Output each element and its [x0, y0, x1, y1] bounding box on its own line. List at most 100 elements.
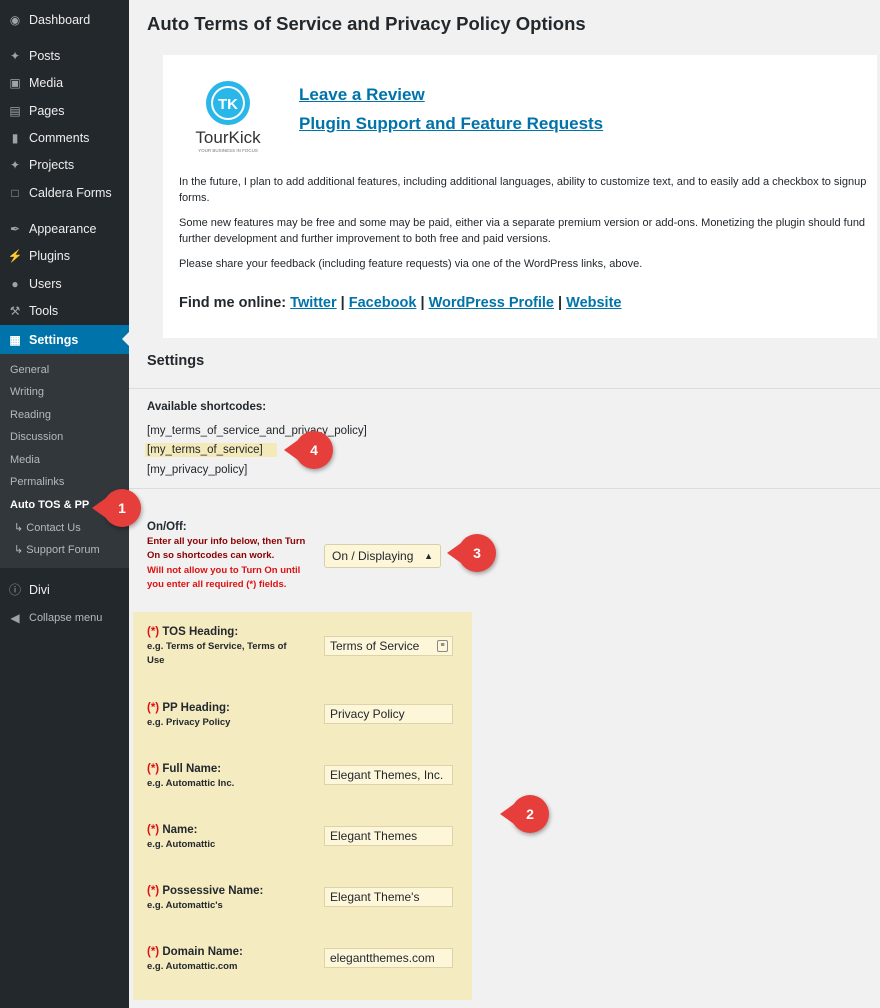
sidebar-item-users[interactable]: ● Users: [0, 270, 129, 297]
submenu-auto-tos-pp[interactable]: Auto TOS & PP: [10, 499, 89, 511]
sidebar-item-divi[interactable]: ⓘ Divi: [0, 576, 129, 603]
field-example: e.g. Automattic Inc.: [147, 778, 235, 789]
submenu-media[interactable]: Media: [10, 454, 40, 466]
onoff-label: On/Off:: [147, 521, 187, 533]
sidebar-item-label: Comments: [29, 130, 90, 145]
field-label: (*) TOS Heading:: [147, 626, 239, 638]
submenu-general[interactable]: General: [10, 364, 49, 376]
shortcodes-label: Available shortcodes:: [147, 401, 267, 413]
callout-badge: 1: [92, 489, 141, 527]
plug-icon: ⚡: [7, 248, 23, 263]
submenu-reading[interactable]: Reading: [10, 409, 51, 421]
promo-box: TK TourKick YOUR BUSINESS IN FOCUS Leave…: [163, 55, 877, 338]
shortcode-tos: [my_terms_of_service]: [145, 443, 277, 457]
svg-text:YOUR BUSINESS IN FOCUS: YOUR BUSINESS IN FOCUS: [198, 148, 258, 153]
sidebar-item-posts[interactable]: ✦ Posts: [0, 42, 129, 69]
page-title: Auto Terms of Service and Privacy Policy…: [147, 13, 586, 34]
promo-paragraph: Please share your feedback (including fe…: [179, 258, 643, 270]
sidebar-item-pages[interactable]: ▤ Pages: [0, 97, 129, 124]
submenu-child-label: Contact Us: [26, 522, 81, 534]
website-link[interactable]: Website: [566, 295, 621, 311]
sidebar-item-label: Appearance: [29, 221, 97, 236]
sidebar-item-label: Divi: [29, 582, 50, 597]
collapse-menu[interactable]: ◀ Collapse menu: [0, 604, 129, 631]
divider: [129, 488, 880, 489]
submenu-permalinks[interactable]: Permalinks: [10, 476, 64, 488]
shortcode-pp: [my_privacy_policy]: [147, 464, 248, 476]
media-icon: ▣: [9, 75, 21, 90]
leave-review-link[interactable]: Leave a Review: [299, 85, 425, 105]
sidebar-item-dashboard[interactable]: ◉ Dashboard: [0, 6, 129, 33]
settings-submenu: General Writing Reading Discussion Media…: [0, 354, 129, 568]
tourkick-logo: TK TourKick YOUR BUSINESS IN FOCUS: [188, 77, 268, 157]
name-input[interactable]: Elegant Themes: [324, 826, 453, 846]
field-example: e.g. Terms of Service, Terms of Use: [147, 641, 287, 666]
sidebar-item-plugins[interactable]: ⚡ Plugins: [0, 242, 129, 269]
field-example: e.g. Privacy Policy: [147, 717, 231, 728]
field-label: (*) Full Name:: [147, 763, 222, 775]
submenu-discussion[interactable]: Discussion: [10, 431, 63, 443]
dashboard-icon: ◉: [9, 12, 21, 27]
sidebar-item-label: Settings: [29, 332, 79, 347]
field-label: (*) Domain Name:: [147, 946, 243, 958]
twitter-link[interactable]: Twitter: [290, 295, 336, 311]
sidebar-item-label: Posts: [29, 48, 61, 63]
pin-icon: ✦: [9, 48, 21, 63]
full-name-input[interactable]: Elegant Themes, Inc.: [324, 765, 453, 785]
onoff-help-text: Enter all your info below, then Turn On …: [147, 536, 306, 561]
sidebar-item-comments[interactable]: ▮ Comments: [0, 124, 129, 151]
submenu-writing[interactable]: Writing: [10, 386, 44, 398]
onoff-warning-text: Will not allow you to Turn On until you …: [147, 565, 301, 590]
collapse-menu-label: Collapse menu: [29, 611, 103, 624]
field-example: e.g. Automattic.com: [147, 961, 238, 972]
sidebar-item-label: Plugins: [29, 248, 70, 263]
tos-heading-input[interactable]: Terms of Service ≡: [324, 636, 453, 656]
domain-name-input[interactable]: elegantthemes.com: [324, 948, 453, 968]
settings-icon: ▦: [9, 332, 21, 347]
field-label: (*) Name:: [147, 824, 198, 836]
submenu-child-label: Support Forum: [26, 544, 100, 556]
onoff-select-value: On / Displaying: [332, 549, 414, 563]
select-arrows-icon: ▲: [424, 551, 433, 561]
brush-icon: ✒: [9, 221, 21, 236]
sidebar-item-media[interactable]: ▣ Media: [0, 69, 129, 96]
onoff-select[interactable]: On / Displaying ▲: [324, 544, 441, 568]
facebook-link[interactable]: Facebook: [349, 295, 417, 311]
callout-badge: 2: [500, 795, 549, 833]
sidebar-item-label: Users: [29, 276, 62, 291]
plugin-support-link[interactable]: Plugin Support and Feature Requests: [299, 114, 603, 134]
link-separator: |: [558, 295, 563, 311]
svg-text:TK: TK: [218, 96, 238, 113]
sidebar-item-settings[interactable]: ▦ Settings: [0, 325, 129, 354]
shortcode-tos-pp: [my_terms_of_service_and_privacy_policy]: [147, 425, 367, 437]
sidebar-item-caldera-forms[interactable]: □ Caldera Forms: [0, 179, 129, 206]
link-separator: |: [340, 295, 345, 311]
possessive-name-input[interactable]: Elegant Theme's: [324, 887, 453, 907]
pp-heading-input[interactable]: Privacy Policy: [324, 704, 453, 724]
sidebar-item-projects[interactable]: ✦ Projects: [0, 151, 129, 178]
comment-icon: ▮: [11, 130, 19, 145]
sidebar-item-appearance[interactable]: ✒ Appearance: [0, 215, 129, 242]
child-arrow-icon: ↳: [14, 522, 24, 534]
field-label: (*) Possessive Name:: [147, 885, 264, 897]
wrench-icon: ⚒: [9, 303, 21, 318]
submenu-contact-us[interactable]: ↳ Contact Us: [14, 521, 81, 534]
sidebar-item-label: Projects: [29, 157, 75, 172]
tos-heading-value: Terms of Service: [330, 639, 420, 653]
sidebar-item-label: Media: [29, 75, 64, 90]
sidebar-item-tools[interactable]: ⚒ Tools: [0, 297, 129, 324]
divider: [129, 388, 880, 389]
settings-heading: Settings: [147, 353, 205, 369]
svg-text:TourKick: TourKick: [195, 128, 261, 147]
submenu-support-forum[interactable]: ↳ Support Forum: [14, 543, 100, 556]
collapse-icon: ◀: [10, 610, 20, 625]
sidebar-item-label: Dashboard: [29, 12, 91, 27]
callout-badge: 3: [447, 534, 496, 572]
pages-icon: ▤: [9, 103, 21, 118]
sidebar-item-label: Pages: [29, 103, 65, 118]
autofill-icon[interactable]: ≡: [437, 640, 448, 652]
pin-icon: ✦: [9, 157, 21, 172]
promo-paragraph: Some new features may be free and some m…: [179, 217, 866, 245]
user-icon: ●: [11, 276, 19, 291]
wordpress-profile-link[interactable]: WordPress Profile: [429, 295, 554, 311]
